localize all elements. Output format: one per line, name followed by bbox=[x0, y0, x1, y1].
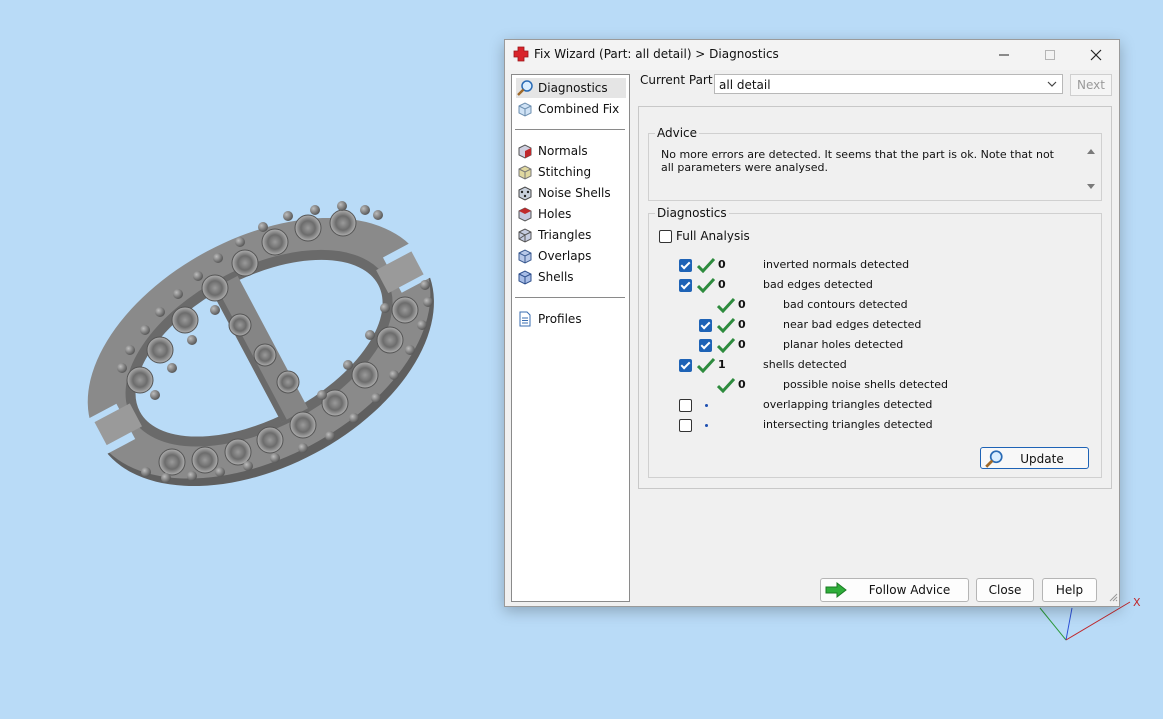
profile-page-icon bbox=[516, 310, 534, 328]
help-button[interactable]: Help bbox=[1042, 578, 1097, 602]
advice-group: Advice No more errors are detected. It s… bbox=[648, 126, 1102, 201]
resize-grip-icon[interactable] bbox=[1108, 591, 1118, 605]
fix-wizard-dialog: Fix Wizard (Part: all detail) > Diagnost… bbox=[504, 39, 1120, 607]
current-part-label: Current Part: bbox=[640, 73, 717, 87]
close-button[interactable]: Close bbox=[976, 578, 1034, 602]
diagnostic-checkbox[interactable] bbox=[679, 259, 692, 272]
current-part-select[interactable]: all detail bbox=[714, 74, 1063, 94]
chevron-down-icon bbox=[1047, 78, 1057, 92]
svg-text:X: X bbox=[1133, 596, 1141, 609]
diagnostic-count: 0 bbox=[718, 278, 726, 291]
diagnostic-label: near bad edges detected bbox=[783, 318, 922, 331]
diagnostic-label: planar holes detected bbox=[783, 338, 904, 351]
diagnostic-checkbox[interactable] bbox=[679, 359, 692, 372]
diagnostic-checkbox[interactable] bbox=[679, 279, 692, 292]
stitching-cube-icon bbox=[516, 163, 534, 181]
3d-model-part[interactable] bbox=[60, 190, 460, 510]
diagnostic-row: 1 shells detected bbox=[649, 357, 1089, 373]
diagnostic-count: 1 bbox=[718, 358, 726, 371]
follow-advice-button[interactable]: Follow Advice bbox=[820, 578, 969, 602]
diagnostics-title: Diagnostics bbox=[655, 206, 729, 220]
diagnostics-group: Diagnostics Full Analysis 0 inverted norm… bbox=[648, 206, 1102, 478]
current-part-value: all detail bbox=[719, 78, 771, 92]
diagnostic-checkbox[interactable] bbox=[699, 319, 712, 332]
overlaps-cube-icon bbox=[516, 247, 534, 265]
nav-item-holes[interactable]: Holes bbox=[516, 204, 626, 224]
minimize-button[interactable] bbox=[981, 40, 1027, 70]
close-window-button[interactable] bbox=[1073, 40, 1119, 70]
full-analysis-checkbox[interactable]: Full Analysis bbox=[659, 229, 750, 243]
green-check-icon bbox=[697, 257, 715, 273]
diagnostic-count: 0 bbox=[738, 298, 746, 311]
checkbox[interactable] bbox=[659, 229, 672, 243]
diagnostic-row: 0 bad contours detected bbox=[649, 297, 1089, 313]
normals-cube-icon bbox=[516, 142, 534, 160]
diagnostic-label: bad edges detected bbox=[763, 278, 873, 291]
nav-item-shells[interactable]: Shells bbox=[516, 267, 626, 287]
diagnostic-count: 0 bbox=[738, 318, 746, 331]
diagnostic-row: 0 planar holes detected bbox=[649, 337, 1089, 353]
nav-item-diagnostics[interactable]: Diagnostics bbox=[516, 78, 626, 98]
diagnostic-label: intersecting triangles detected bbox=[763, 418, 933, 431]
green-check-icon bbox=[717, 377, 735, 393]
holes-cube-icon bbox=[516, 205, 534, 223]
diagnostic-count: 0 bbox=[738, 378, 746, 391]
nav-item-normals[interactable]: Normals bbox=[516, 141, 626, 161]
pending-dot-icon bbox=[705, 424, 708, 427]
noise-shells-icon bbox=[516, 184, 534, 202]
red-cross-icon bbox=[513, 46, 529, 65]
diagnostic-label: inverted normals detected bbox=[763, 258, 910, 271]
diagnostic-row: 0 near bad edges detected bbox=[649, 317, 1089, 333]
title-bar[interactable]: Fix Wizard (Part: all detail) > Diagnost… bbox=[505, 40, 1119, 70]
cube-icon bbox=[516, 100, 534, 118]
green-check-icon bbox=[717, 317, 735, 333]
maximize-button[interactable] bbox=[1027, 40, 1073, 70]
nav-item-noise-shells[interactable]: Noise Shells bbox=[516, 183, 626, 203]
green-check-icon bbox=[697, 277, 715, 293]
advice-scrollbar[interactable] bbox=[1085, 146, 1097, 192]
update-button[interactable]: Update bbox=[980, 447, 1089, 469]
next-button[interactable]: Next bbox=[1070, 74, 1112, 96]
diagnostic-row: 0 possible noise shells detected bbox=[649, 377, 1089, 393]
diagnostic-label: shells detected bbox=[763, 358, 847, 371]
diagnostic-checkbox[interactable] bbox=[679, 419, 692, 432]
diagnostic-label: possible noise shells detected bbox=[783, 378, 949, 391]
triangles-cube-icon bbox=[516, 226, 534, 244]
advice-title: Advice bbox=[655, 126, 700, 140]
close-icon bbox=[1090, 49, 1102, 61]
nav-item-triangles[interactable]: Triangles bbox=[516, 225, 626, 245]
advice-text: No more errors are detected. It seems th… bbox=[661, 148, 1054, 174]
magnifier-icon bbox=[516, 79, 534, 97]
green-check-icon bbox=[697, 357, 715, 373]
green-arrow-icon bbox=[824, 581, 848, 606]
diagnostics-panel: Advice No more errors are detected. It s… bbox=[638, 106, 1112, 489]
window-title: Fix Wizard (Part: all detail) > Diagnost… bbox=[534, 47, 779, 61]
diagnostic-count: 0 bbox=[718, 258, 726, 271]
pending-dot-icon bbox=[705, 404, 708, 407]
diagnostic-label: bad contours detected bbox=[783, 298, 908, 311]
nav-item-combined-fix[interactable]: Combined Fix bbox=[516, 99, 626, 119]
diagnostic-label: overlapping triangles detected bbox=[763, 398, 933, 411]
wizard-navigation: Diagnostics Combined Fix Normals Stitchi… bbox=[511, 74, 630, 602]
diagnostic-checkbox[interactable] bbox=[679, 399, 692, 412]
diagnostic-row: 0 bad edges detected bbox=[649, 277, 1089, 293]
diagnostic-checkbox[interactable] bbox=[699, 339, 712, 352]
diagnostic-count: 0 bbox=[738, 338, 746, 351]
nav-item-profiles[interactable]: Profiles bbox=[516, 309, 626, 329]
diagnostic-row: overlapping triangles detected bbox=[649, 397, 1089, 413]
green-check-icon bbox=[717, 297, 735, 313]
diagnostic-row: 0 inverted normals detected bbox=[649, 257, 1089, 273]
nav-item-stitching[interactable]: Stitching bbox=[516, 162, 626, 182]
diagnostic-row: intersecting triangles detected bbox=[649, 417, 1089, 433]
shells-cube-icon bbox=[516, 268, 534, 286]
nav-item-overlaps[interactable]: Overlaps bbox=[516, 246, 626, 266]
nav-separator bbox=[515, 129, 625, 130]
nav-separator bbox=[515, 297, 625, 298]
green-check-icon bbox=[717, 337, 735, 353]
3d-viewport[interactable]: X Fix Wizard (Part: all detail) > Diagno… bbox=[0, 0, 1163, 719]
